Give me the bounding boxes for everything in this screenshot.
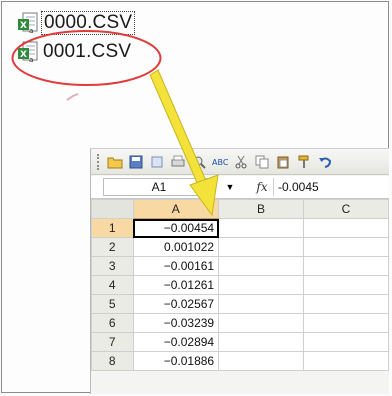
toolbar-grip[interactable] — [97, 153, 102, 170]
undo-icon[interactable] — [316, 153, 334, 171]
spelling-icon[interactable]: ABC — [211, 153, 229, 171]
row-header[interactable]: 7 — [91, 332, 134, 352]
cell-b5[interactable] — [218, 294, 305, 314]
paste-icon[interactable] — [274, 153, 292, 171]
table-row: 2 0.001022 — [91, 237, 389, 257]
spreadsheet-window: ABC A1 ▼ fx -0.0045 A B C 1 −0.00454 2 0… — [90, 148, 389, 394]
file-item-0000[interactable]: X a 0000.CSV — [18, 10, 136, 36]
open-folder-icon[interactable] — [106, 153, 124, 171]
cell-a6[interactable]: −0.03239 — [132, 313, 220, 333]
table-row: 5 −0.02567 — [91, 294, 389, 314]
row-header[interactable]: 1 — [91, 218, 134, 238]
table-row: 4 −0.01261 — [91, 275, 389, 295]
file-name-label[interactable]: 0000.CSV — [41, 11, 136, 35]
cell-a2[interactable]: 0.001022 — [132, 237, 220, 257]
cell-a5[interactable]: −0.02567 — [132, 294, 220, 314]
cell-a7[interactable]: −0.02894 — [132, 332, 220, 352]
excel-csv-icon: X a — [18, 41, 38, 64]
worksheet-grid: A B C 1 −0.00454 2 0.001022 3 −0.00161 4… — [91, 199, 389, 371]
cell-c5[interactable] — [303, 294, 389, 314]
print-preview-icon[interactable] — [190, 153, 208, 171]
svg-text:ABC: ABC — [212, 158, 228, 167]
copy-icon[interactable] — [253, 153, 271, 171]
permission-icon[interactable] — [148, 153, 166, 171]
formula-input[interactable]: -0.0045 — [273, 178, 319, 196]
table-row: 8 −0.01886 — [91, 351, 389, 371]
row-header[interactable]: 2 — [91, 237, 134, 257]
svg-text:a: a — [29, 27, 33, 34]
column-header-a[interactable]: A — [132, 199, 220, 219]
cell-a8[interactable]: −0.01886 — [132, 351, 220, 371]
row-header[interactable]: 6 — [91, 313, 134, 333]
name-box-dropdown-icon[interactable]: ▼ — [215, 178, 245, 196]
toolbar: ABC — [91, 149, 389, 175]
cell-c7[interactable] — [303, 332, 389, 352]
row-header[interactable]: 4 — [91, 275, 134, 295]
cell-b7[interactable] — [218, 332, 305, 352]
select-all-corner[interactable] — [91, 199, 134, 219]
cell-a4[interactable]: −0.01261 — [132, 275, 220, 295]
name-box-value: A1 — [151, 180, 167, 194]
row-header[interactable]: 8 — [91, 351, 134, 371]
table-row: 3 −0.00161 — [91, 256, 389, 276]
cell-c2[interactable] — [303, 237, 389, 257]
svg-text:a: a — [29, 56, 33, 63]
row-header[interactable]: 3 — [91, 256, 134, 276]
file-name-label[interactable]: 0001.CSV — [41, 41, 133, 63]
table-row: 1 −0.00454 — [91, 218, 389, 238]
save-icon[interactable] — [127, 153, 145, 171]
red-mark — [66, 93, 79, 101]
svg-text:X: X — [20, 21, 27, 31]
file-item-0001[interactable]: X a 0001.CSV — [18, 39, 133, 65]
cell-c3[interactable] — [303, 256, 389, 276]
cut-icon[interactable] — [232, 153, 250, 171]
row-header[interactable]: 5 — [91, 294, 134, 314]
cell-b3[interactable] — [218, 256, 305, 276]
column-header-row: A B C — [91, 199, 389, 219]
svg-text:X: X — [20, 50, 27, 60]
fx-icon[interactable]: fx — [251, 180, 273, 194]
print-icon[interactable] — [169, 153, 187, 171]
column-header-c[interactable]: C — [303, 199, 389, 219]
cell-b1[interactable] — [218, 218, 305, 238]
cell-b4[interactable] — [218, 275, 305, 295]
table-row: 6 −0.03239 — [91, 313, 389, 333]
formula-bar: A1 ▼ fx -0.0045 — [91, 176, 389, 199]
cell-a3[interactable]: −0.00161 — [132, 256, 220, 276]
cell-b6[interactable] — [218, 313, 305, 333]
cell-c8[interactable] — [303, 351, 389, 371]
cell-b2[interactable] — [218, 237, 305, 257]
cell-c4[interactable] — [303, 275, 389, 295]
screenshot-stage: X a 0000.CSV X a 0001.CSV ABC A1 ▼ fx -0… — [0, 0, 392, 396]
excel-csv-icon: X a — [18, 12, 38, 35]
name-box[interactable]: A1 — [103, 178, 215, 196]
format-painter-icon[interactable] — [295, 153, 313, 171]
cell-a1[interactable]: −0.00454 — [132, 218, 220, 238]
cell-b8[interactable] — [218, 351, 305, 371]
column-header-b[interactable]: B — [218, 199, 305, 219]
cell-c1[interactable] — [303, 218, 389, 238]
table-row: 7 −0.02894 — [91, 332, 389, 352]
cell-c6[interactable] — [303, 313, 389, 333]
